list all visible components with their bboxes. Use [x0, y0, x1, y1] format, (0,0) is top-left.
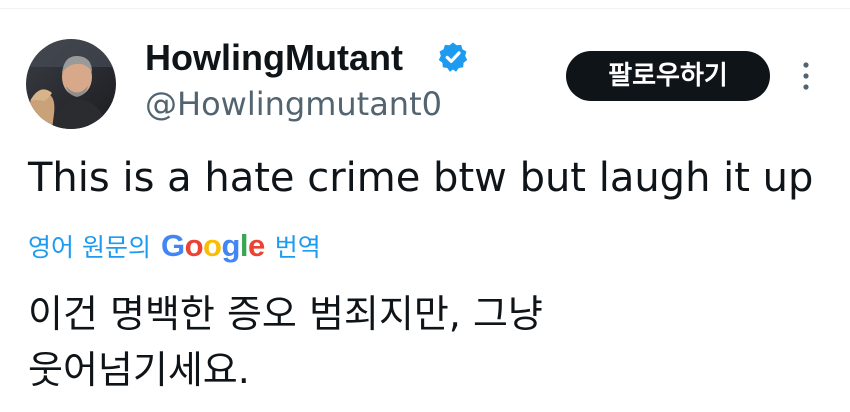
- google-letter: o: [203, 228, 222, 263]
- google-letter: o: [184, 228, 204, 263]
- translated-text: 이건 명백한 증오 범죄지만, 그냥 웃어넘기세요.: [28, 286, 543, 398]
- google-letter: e: [248, 228, 265, 263]
- tweet-card: HowlingMutant @Howlingmutant0 팔로우하기 This…: [0, 0, 850, 412]
- avatar[interactable]: [26, 39, 116, 129]
- google-letter: G: [160, 228, 185, 263]
- handle[interactable]: @Howlingmutant0: [145, 84, 442, 124]
- google-logo: Google: [161, 228, 265, 264]
- display-name[interactable]: HowlingMutant: [145, 36, 403, 80]
- follow-button[interactable]: 팔로우하기: [566, 51, 770, 101]
- translate-prefix[interactable]: 영어 원문의: [28, 228, 151, 264]
- verified-badge-icon: [438, 42, 468, 72]
- tweet-text: This is a hate crime btw but laugh it up: [28, 155, 814, 201]
- more-vertical-icon[interactable]: [796, 59, 816, 93]
- translate-suffix[interactable]: 번역: [275, 228, 321, 264]
- google-letter: g: [221, 228, 240, 263]
- google-letter: l: [239, 228, 249, 263]
- translation-attribution: 영어 원문의 Google 번역: [28, 226, 321, 266]
- top-divider: [0, 8, 850, 9]
- translated-line: 웃어넘기세요.: [28, 348, 250, 392]
- translated-line: 이건 명백한 증오 범죄지만, 그냥: [28, 292, 543, 336]
